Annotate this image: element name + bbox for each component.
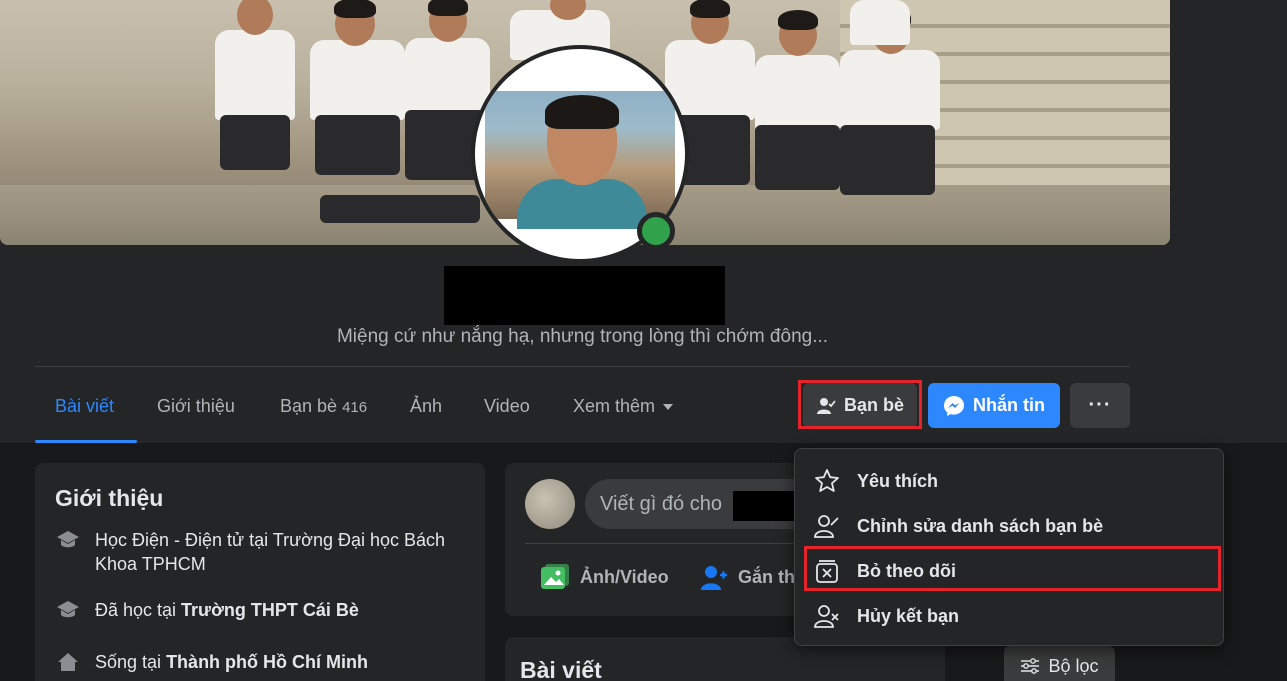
tab-label: Video <box>484 396 530 416</box>
active-tab-indicator <box>35 440 137 443</box>
online-status-dot <box>637 212 675 250</box>
intro-row-education: Học Điện - Điện tử tại Trường Đại học Bá… <box>55 528 465 576</box>
tab-label: Bạn bè <box>280 396 338 416</box>
intro-school-text: Đã học tại Trường THPT Cái Bè <box>95 598 359 622</box>
filter-button[interactable]: Bộ lọc <box>1004 646 1115 681</box>
more-options-button[interactable]: ··· <box>1070 383 1130 428</box>
composer-name-redacted <box>733 491 803 521</box>
tab-label: Bài viết <box>55 396 115 416</box>
tab-about[interactable]: Giới thiệu <box>157 392 235 422</box>
star-icon <box>813 467 841 495</box>
filter-icon <box>1021 658 1040 674</box>
tab-label: Ảnh <box>410 396 443 416</box>
intro-location-prefix: Sống tại <box>95 652 167 672</box>
intro-row-location: Sống tại Thành phố Hồ Chí Minh <box>55 650 465 674</box>
intro-school-name[interactable]: Trường THPT Cái Bè <box>181 600 359 620</box>
menu-item-favorite[interactable]: Yêu thích <box>805 460 1215 502</box>
intro-row-school: Đã học tại Trường THPT Cái Bè <box>55 598 465 622</box>
intro-card: Giới thiệu Học Điện - Điện tử tại Trường… <box>35 463 485 681</box>
messenger-icon <box>944 395 964 416</box>
intro-title: Giới thiệu <box>55 485 164 511</box>
more-dots-icon: ··· <box>1088 394 1112 416</box>
cover-person <box>320 165 480 225</box>
photo-video-label: Ảnh/Video <box>580 566 669 587</box>
highlight-unfollow-item <box>804 546 1221 591</box>
graduation-cap-icon <box>55 598 81 622</box>
intro-location-text: Sống tại Thành phố Hồ Chí Minh <box>95 650 368 674</box>
tag-person-icon <box>701 566 727 590</box>
profile-name-redacted <box>444 266 725 325</box>
avatar-shirt <box>517 179 647 229</box>
cover-person <box>215 0 295 190</box>
photo-video-button[interactable]: Ảnh/Video <box>540 563 669 591</box>
intro-education-text: Học Điện - Điện tử tại Trường Đại học Bá… <box>95 530 446 574</box>
menu-item-unfriend[interactable]: Hủy kết bạn <box>805 595 1215 637</box>
tab-photos[interactable]: Ảnh <box>410 392 442 422</box>
tab-video[interactable]: Video <box>484 392 530 422</box>
menu-item-label: Hủy kết bạn <box>857 605 960 626</box>
home-icon <box>55 650 81 674</box>
tab-friends[interactable]: Bạn bè 416 <box>280 392 367 422</box>
posts-title: Bài viết <box>520 657 602 681</box>
header-divider <box>35 366 1130 367</box>
tag-friends-button[interactable]: Gắn th <box>700 563 795 591</box>
tab-label: Giới thiệu <box>157 396 235 416</box>
tag-friends-label: Gắn th <box>738 566 795 587</box>
friends-count: 416 <box>342 399 368 416</box>
cover-person <box>755 0 840 200</box>
tab-posts[interactable]: Bài viết <box>55 392 114 422</box>
composer-avatar[interactable] <box>525 479 575 529</box>
graduation-cap-icon <box>55 528 81 552</box>
message-button-label: Nhắn tin <box>973 395 1045 415</box>
message-button[interactable]: Nhắn tin <box>928 383 1060 428</box>
menu-item-label: Chỉnh sửa danh sách bạn bè <box>857 515 1104 536</box>
photo-video-icon <box>541 564 569 589</box>
avatar-hair <box>545 95 619 129</box>
edit-friend-list-icon <box>813 512 841 540</box>
caret-down-icon <box>663 404 674 411</box>
tab-more[interactable]: Xem thêm <box>573 392 674 422</box>
profile-bio: Miệng cứ như nắng hạ, nhưng trong lòng t… <box>336 326 829 347</box>
filter-label: Bộ lọc <box>1048 655 1099 676</box>
cover-person <box>850 0 930 50</box>
intro-school-prefix: Đã học tại <box>95 600 182 620</box>
profile-page: Miệng cứ như nắng hạ, nhưng trong lòng t… <box>0 0 1287 681</box>
unfriend-icon <box>813 602 841 630</box>
highlight-friends-button <box>798 380 922 429</box>
tab-label: Xem thêm <box>573 396 656 416</box>
menu-item-label: Yêu thích <box>857 470 939 491</box>
intro-location-name[interactable]: Thành phố Hồ Chí Minh <box>166 652 368 672</box>
menu-item-edit-friend-list[interactable]: Chỉnh sửa danh sách bạn bè <box>805 505 1215 547</box>
